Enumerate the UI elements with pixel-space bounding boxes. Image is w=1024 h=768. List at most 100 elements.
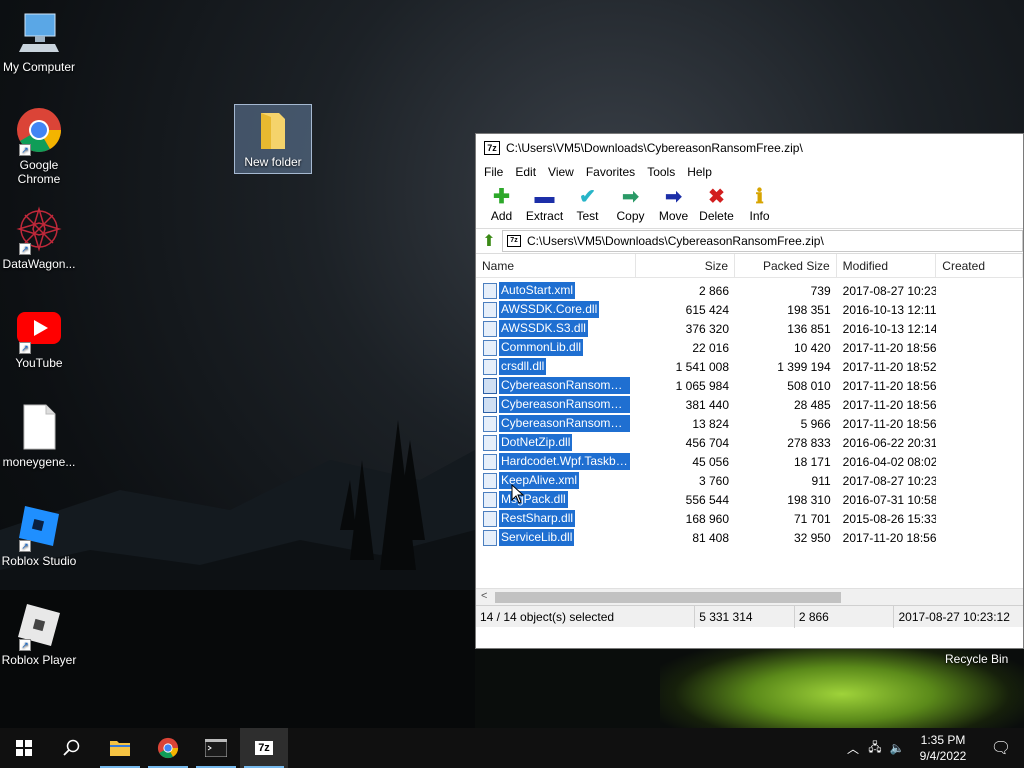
window-titlebar[interactable]: 7z C:\Users\VM5\Downloads\CybereasonRans… (476, 134, 1023, 162)
menu-file[interactable]: File (478, 165, 509, 179)
table-row[interactable]: CybereasonRansomFree... 1 065 984 508 010 2… (476, 376, 1023, 395)
desktop-icon-google-chrome[interactable]: ↗ Google Chrome (0, 106, 78, 186)
cell-packed-size: 508 010 (787, 378, 831, 393)
scroll-thumb[interactable] (495, 592, 841, 603)
table-row[interactable]: RestSharp.dll 168 960 71 701 2015-08-26 15:… (476, 509, 1023, 528)
table-row[interactable]: CybereasonRansomFree... 381 440 28 485 2017… (476, 395, 1023, 414)
cell-size: 13 824 (692, 416, 730, 431)
mouse-cursor-icon (511, 484, 525, 504)
notification-icon[interactable]: 🗨 (978, 738, 1024, 758)
file-name: crsdll.dll (499, 358, 547, 375)
info-button[interactable]: ℹ Info (738, 182, 781, 228)
status-item-date: 2017-08-27 10:23:12 (898, 609, 1010, 624)
file-rows: AutoStart.xml 2 866 739 2017-08-27 10:23 AWS… (476, 278, 1023, 547)
chrome-icon (157, 737, 179, 759)
file-icon (483, 282, 497, 299)
shortcut-arrow-icon: ↗ (19, 243, 31, 255)
file-icon (483, 320, 497, 337)
column-packed-size[interactable]: Packed Size (735, 254, 837, 278)
table-row[interactable]: KeepAlive.xml 3 760 911 2017-08-27 10:23 (476, 471, 1023, 490)
extract-button[interactable]: ▬ Extract (523, 182, 566, 228)
table-row[interactable]: ServiceLib.dll 81 408 32 950 2017-11-20 18:… (476, 528, 1023, 547)
taskbar-cmd[interactable] (192, 728, 240, 768)
cell-name: MsgPack.dll (476, 491, 636, 508)
cell-size: 456 704 (685, 435, 730, 450)
add-button[interactable]: ✚ Add (480, 182, 523, 228)
toolbar: ✚ Add ▬ Extract ✔ Test ➡ Copy ➡ Move ✖ D… (476, 182, 1023, 228)
folder-up-icon[interactable]: ⬆ (476, 229, 502, 253)
minus-icon: ▬ (534, 186, 555, 208)
file-name: DotNetZip.dll (499, 434, 573, 451)
plus-icon: ✚ (493, 186, 510, 208)
table-row[interactable]: MsgPack.dll 556 544 198 310 2016-07-31 10:5… (476, 490, 1023, 509)
cell-name: KeepAlive.xml (476, 472, 636, 489)
cell-modified: 2017-11-20 18:56 (842, 378, 937, 393)
table-row[interactable]: AWSSDK.S3.dll 376 320 136 851 2016-10-13 12… (476, 319, 1023, 338)
start-button[interactable] (0, 728, 48, 768)
cell-packed-size: 198 310 (787, 492, 831, 507)
shortcut-arrow-icon: ↗ (19, 540, 31, 552)
desktop-icon-roblox-studio[interactable]: ↗ Roblox Studio (0, 502, 78, 568)
address-field[interactable]: 7z C:\Users\VM5\Downloads\CybereasonRans… (502, 230, 1023, 252)
delete-button[interactable]: ✖ Delete (695, 182, 738, 228)
move-button[interactable]: ➡ Move (652, 182, 695, 228)
table-row[interactable]: Hardcodet.Wpf.Taskbar... 45 056 18 171 2016… (476, 452, 1023, 471)
menu-edit[interactable]: Edit (509, 165, 542, 179)
desktop-icon-my-computer[interactable]: My Computer (0, 8, 78, 74)
desktop-icon-label: Google Chrome (17, 158, 61, 186)
table-row[interactable]: CybereasonRansomFree... 13 824 5 966 2017-1… (476, 414, 1023, 433)
terminal-icon (205, 739, 227, 757)
cell-name: DotNetZip.dll (476, 434, 636, 451)
desktop-icon-label: My Computer (2, 60, 76, 74)
cell-packed-size: 136 851 (787, 321, 831, 336)
table-row[interactable]: DotNetZip.dll 456 704 278 833 2016-06-22 20… (476, 433, 1023, 452)
move-arrow-icon: ➡ (665, 186, 682, 208)
table-row[interactable]: crsdll.dll 1 541 008 1 399 194 2017-11-20 1… (476, 357, 1023, 376)
menu-tools[interactable]: Tools (641, 165, 681, 179)
copy-button[interactable]: ➡ Copy (609, 182, 652, 228)
desktop-icon-roblox-player[interactable]: ↗ Roblox Player (0, 601, 78, 667)
taskbar-7zip[interactable]: 7z (240, 728, 288, 768)
taskbar-file-explorer[interactable] (96, 728, 144, 768)
table-row[interactable]: AWSSDK.Core.dll 615 424 198 351 2016-10-13 … (476, 300, 1023, 319)
chevron-up-icon[interactable]: ︿ (842, 740, 864, 757)
file-icon (483, 301, 497, 318)
table-row[interactable]: AutoStart.xml 2 866 739 2017-08-27 10:23 (476, 281, 1023, 300)
desktop-icon-datawagon[interactable]: ↗ DataWagon... (0, 205, 78, 271)
table-row[interactable]: CommonLib.dll 22 016 10 420 2017-11-20 18:5… (476, 338, 1023, 357)
desktop-icon-moneygenerator[interactable]: moneygene... (0, 403, 78, 469)
file-icon (483, 453, 497, 470)
cell-packed-size: 5 966 (800, 416, 831, 431)
cell-modified: 2017-11-20 18:56 (842, 397, 937, 412)
column-name[interactable]: Name (476, 254, 637, 278)
file-name: MsgPack.dll (499, 491, 568, 508)
menu-help[interactable]: Help (681, 165, 718, 179)
file-icon (483, 377, 497, 394)
cell-name: crsdll.dll (476, 358, 636, 375)
cell-name: AWSSDK.S3.dll (476, 320, 636, 337)
cell-size: 2 866 (699, 283, 730, 298)
volume-icon[interactable]: 🔈 (886, 741, 908, 755)
taskbar-chrome[interactable] (144, 728, 192, 768)
cell-packed-size: 71 701 (793, 511, 831, 526)
network-icon[interactable]: 🖧 (864, 738, 886, 759)
menu-view[interactable]: View (542, 165, 580, 179)
horizontal-scrollbar[interactable]: < (476, 588, 1023, 605)
desktop-icon-youtube[interactable]: ↗ YouTube (0, 304, 78, 370)
search-button[interactable] (48, 728, 96, 768)
clock[interactable]: 1:35 PM 9/4/2022 (908, 732, 978, 764)
column-size[interactable]: Size (636, 254, 736, 278)
copy-arrow-icon: ➡ (622, 186, 639, 208)
scroll-left-icon[interactable]: < (481, 590, 487, 602)
recycle-bin-label[interactable]: Recycle Bin (945, 652, 1008, 666)
computer-icon (15, 8, 63, 56)
desktop-icon-new-folder[interactable]: New folder (234, 104, 312, 174)
menu-favorites[interactable]: Favorites (580, 165, 641, 179)
cell-packed-size: 18 171 (793, 454, 831, 469)
test-button[interactable]: ✔ Test (566, 182, 609, 228)
column-modified[interactable]: Modified (837, 254, 937, 278)
column-created[interactable]: Created (936, 254, 1023, 278)
roblox-studio-icon: ↗ (15, 502, 63, 552)
cell-modified: 2017-11-20 18:56 (842, 340, 937, 355)
desktop-icon-label: DataWagon... (2, 257, 76, 271)
